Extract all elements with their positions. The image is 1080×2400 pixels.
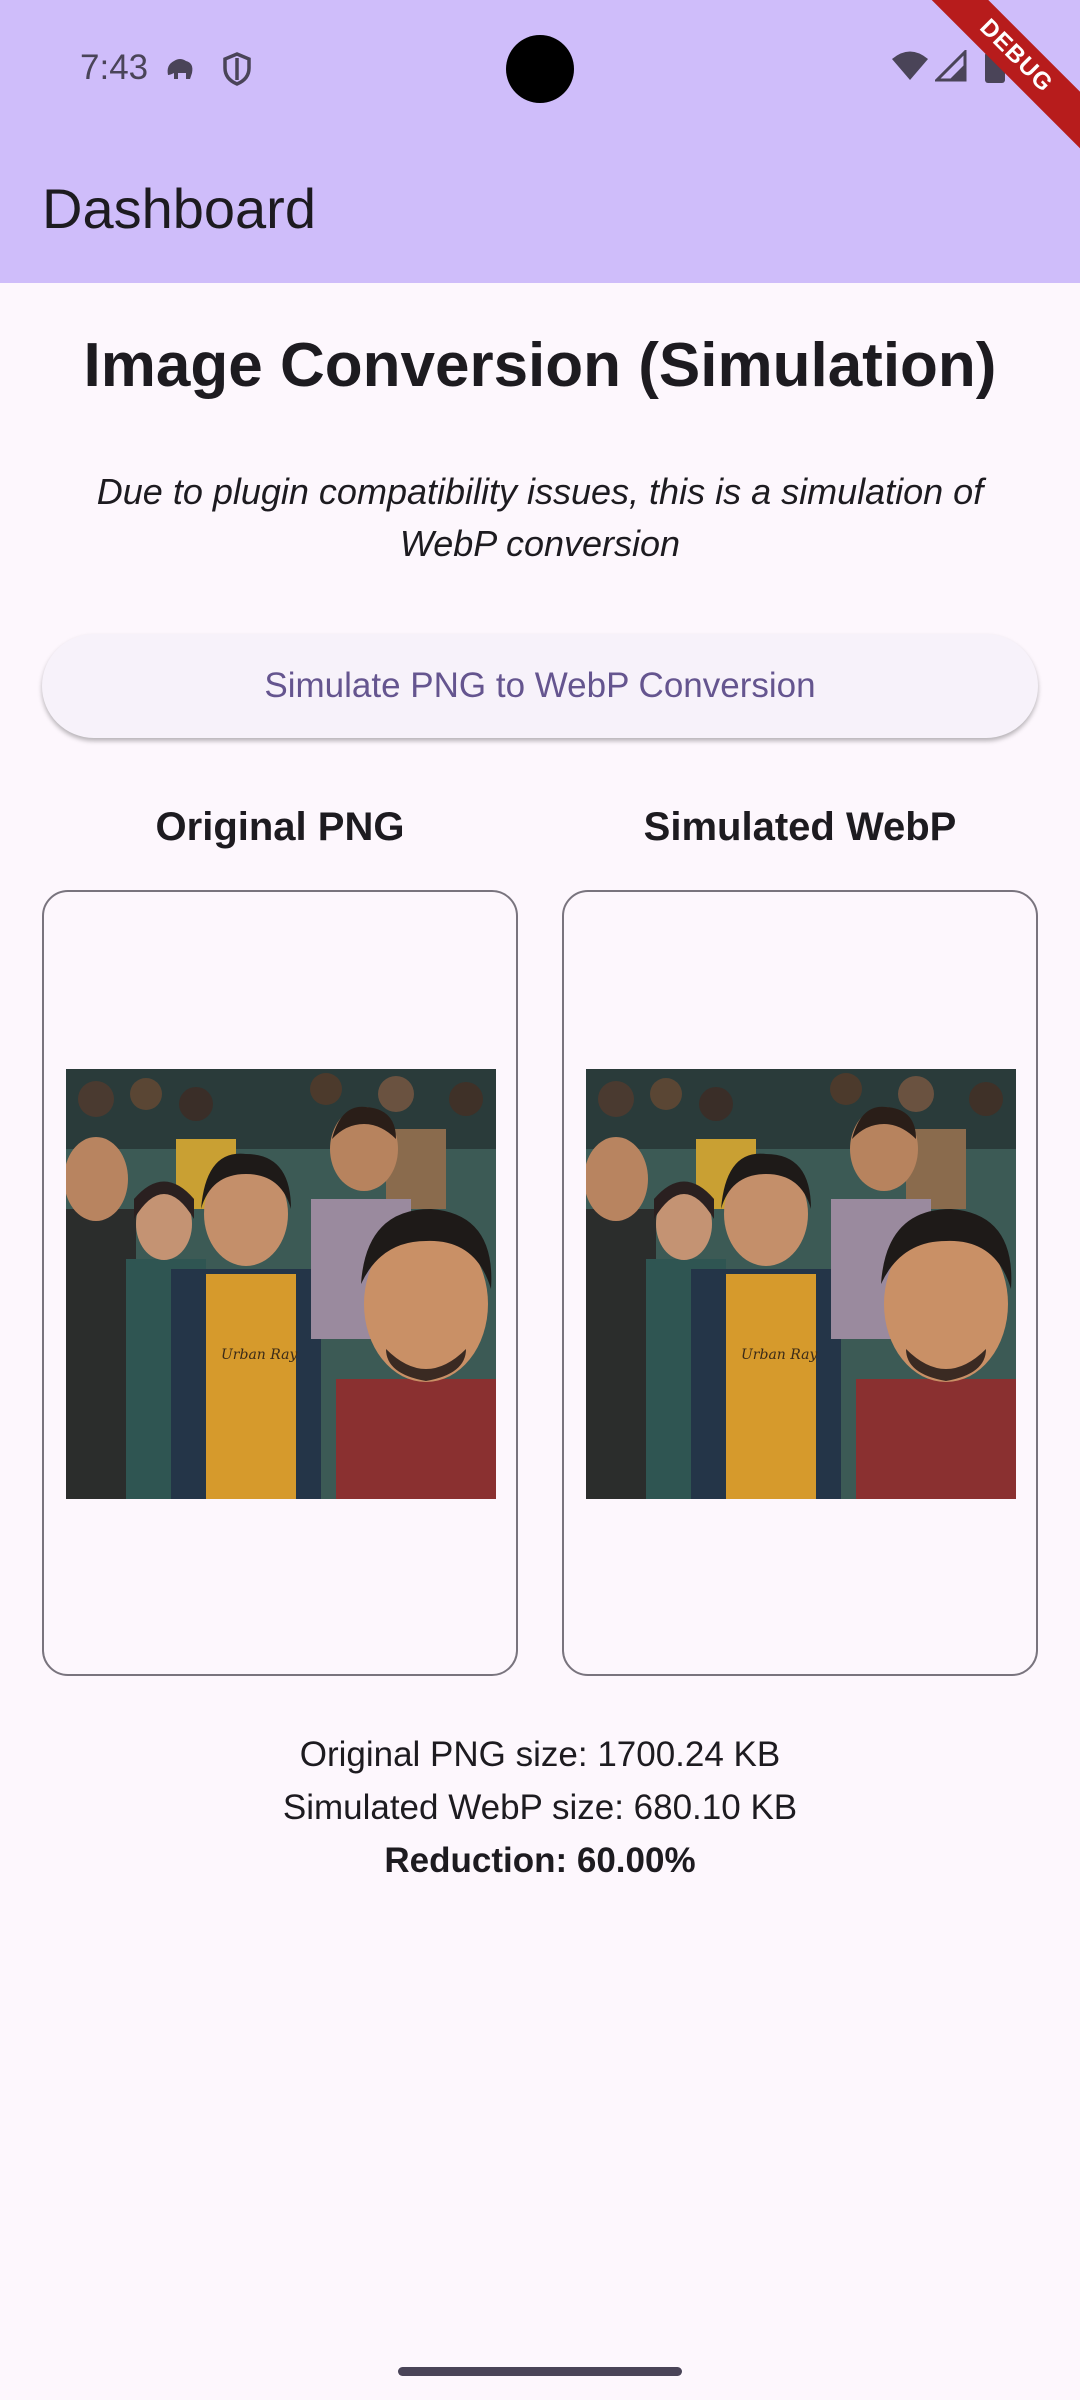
app-bar-title: Dashboard xyxy=(42,177,316,240)
simulated-webp-image-card: Urban Ray xyxy=(562,890,1038,1676)
status-bar: 7:43 DEBUG xyxy=(0,0,1080,163)
original-image: Urban Ray xyxy=(66,1069,496,1499)
wifi-icon xyxy=(890,50,930,87)
simulate-conversion-button[interactable]: Simulate PNG to WebP Conversion xyxy=(42,634,1038,738)
original-size-text: Original PNG size: 1700.24 KB xyxy=(299,1735,781,1774)
svg-text:Urban Ray: Urban Ray xyxy=(741,1347,818,1363)
camera-cutout xyxy=(506,35,574,103)
original-png-label: Original PNG xyxy=(155,805,405,849)
cell-signal-icon xyxy=(933,48,967,87)
simulated-webp-image: Urban Ray xyxy=(586,1069,1016,1499)
page-heading: Image Conversion (Simulation) xyxy=(83,331,997,400)
app-bar: 7:43 DEBUG Dashboard xyxy=(0,0,1080,283)
status-time: 7:43 xyxy=(80,48,149,87)
original-image-card: Urban Ray xyxy=(42,890,518,1676)
page-subtitle: Due to plugin compatibility issues, this… xyxy=(96,471,984,564)
reduction-text: Reduction: 60.00% xyxy=(384,1841,696,1880)
home-indicator[interactable] xyxy=(398,2367,682,2376)
shield-icon xyxy=(222,52,252,91)
notification-icon xyxy=(164,55,196,88)
svg-text:Urban Ray: Urban Ray xyxy=(221,1347,298,1363)
webp-size-text: Simulated WebP size: 680.10 KB xyxy=(282,1788,798,1827)
simulated-webp-label: Simulated WebP xyxy=(643,805,957,849)
